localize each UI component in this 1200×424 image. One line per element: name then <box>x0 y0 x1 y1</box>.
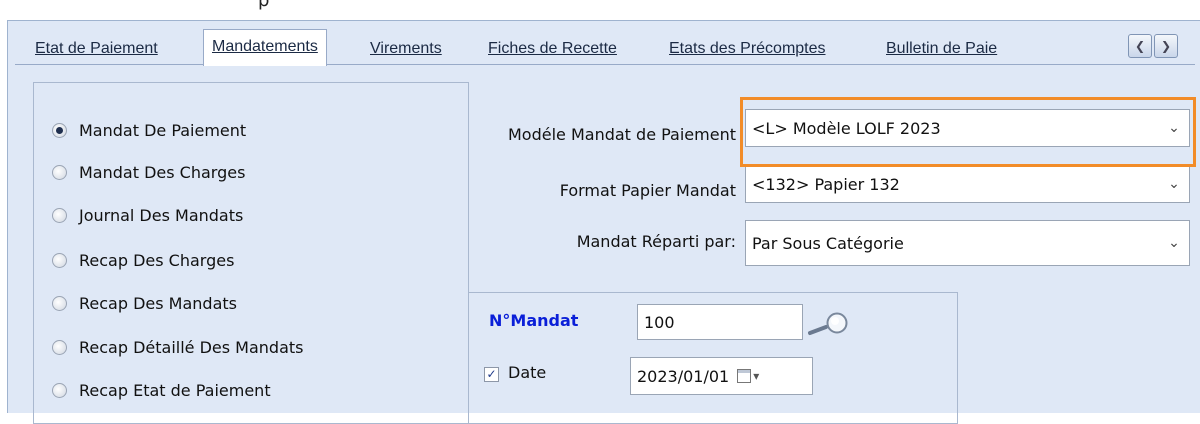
modele-select[interactable]: <L> Modèle LOLF 2023 ⌄ <box>745 109 1190 147</box>
radio-icon <box>52 382 67 398</box>
reparti-label: Mandat Réparti par: <box>576 232 736 251</box>
tab-fiches-de-recette[interactable]: Fiches de Recette <box>488 32 617 66</box>
radio-journal-des-mandats[interactable]: Journal Des Mandats <box>52 202 243 228</box>
date-input[interactable]: 2023/01/01 ▾ <box>630 357 813 395</box>
format-label: Format Papier Mandat <box>559 181 736 200</box>
tab-virements[interactable]: Virements <box>370 32 442 66</box>
num-mandat-label: N°Mandat <box>489 311 579 330</box>
format-value: <132> Papier 132 <box>752 174 900 194</box>
modele-value: <L> Modèle LOLF 2023 <box>752 118 941 138</box>
reparti-value: Par Sous Catégorie <box>752 233 904 253</box>
window-top-text: p <box>258 0 270 11</box>
radio-recap-des-mandats[interactable]: Recap Des Mandats <box>52 290 237 316</box>
radio-icon <box>52 252 67 268</box>
radio-icon <box>52 164 67 180</box>
num-mandat-input[interactable]: 100 <box>637 304 803 340</box>
radio-selected-icon <box>52 122 67 138</box>
radio-icon <box>52 339 67 355</box>
tab-scroll-buttons: ❮ ❯ <box>1128 34 1178 58</box>
chevron-down-icon: ⌄ <box>1168 120 1180 136</box>
format-select[interactable]: <132> Papier 132 ⌄ <box>745 165 1190 203</box>
magnifier-icon[interactable] <box>806 311 852 343</box>
chevron-down-icon: ⌄ <box>1168 235 1180 251</box>
radio-recap-detaille-des-mandats[interactable]: Recap Détaillé Des Mandats <box>52 334 304 360</box>
radio-recap-des-charges[interactable]: Recap Des Charges <box>52 247 234 273</box>
radio-mandat-des-charges[interactable]: Mandat Des Charges <box>52 159 245 185</box>
radio-mandat-de-paiement[interactable]: Mandat De Paiement <box>52 117 246 143</box>
date-checkbox[interactable]: ✓ <box>484 367 499 382</box>
tab-etat-de-paiement[interactable]: Etat de Paiement <box>35 32 158 66</box>
date-label: Date <box>508 363 547 382</box>
radio-icon <box>52 207 67 223</box>
chevron-left-icon[interactable]: ❮ <box>1128 34 1152 58</box>
tab-bulletin-de-paie[interactable]: Bulletin de Paie <box>886 32 997 66</box>
calendar-icon[interactable]: ▾ <box>737 369 759 383</box>
chevron-right-icon[interactable]: ❯ <box>1154 34 1178 58</box>
reparti-select[interactable]: Par Sous Catégorie ⌄ <box>745 220 1190 266</box>
radio-icon <box>52 295 67 311</box>
tab-etats-des-precomptes[interactable]: Etats des Précomptes <box>669 32 826 66</box>
modele-label: Modéle Mandat de Paiement <box>508 125 736 144</box>
chevron-down-icon: ⌄ <box>1168 176 1180 192</box>
tab-mandatements[interactable]: Mandatements <box>203 29 327 66</box>
radio-recap-etat-de-paiement[interactable]: Recap Etat de Paiement <box>52 377 271 403</box>
